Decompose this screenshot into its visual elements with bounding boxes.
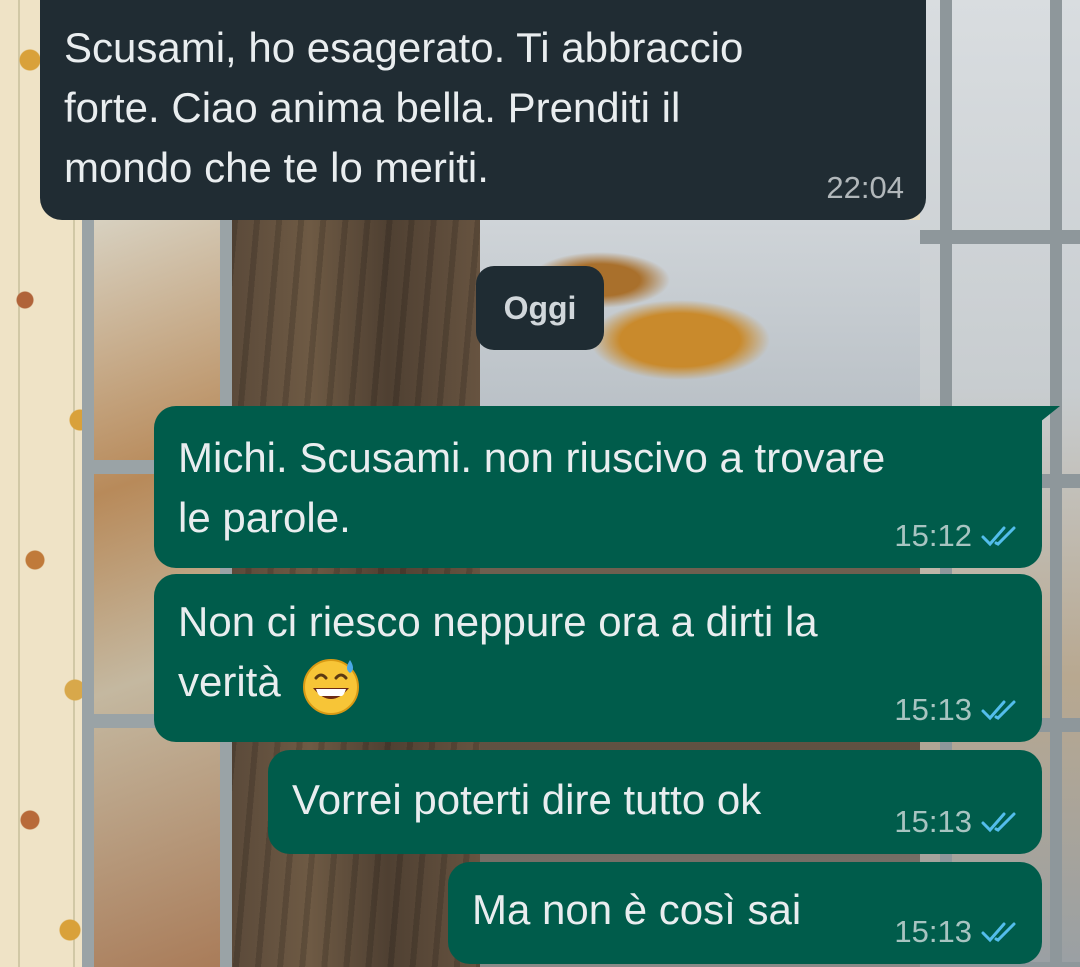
outgoing-message[interactable]: Non ci riesco neppure ora a dirti la ver…	[154, 574, 1042, 742]
message-time: 15:13	[894, 692, 972, 727]
message-text-line: Scusami, ho esagerato. Ti abbraccio	[64, 24, 744, 71]
message-meta: 15:13	[894, 804, 1020, 840]
message-text-line: forte. Ciao anima bella. Prenditi il	[64, 84, 681, 131]
double-check-icon	[981, 922, 1016, 943]
outgoing-message[interactable]: Michi. Scusami. non riuscivo a trovare l…	[154, 406, 1042, 568]
message-meta: 15:13	[894, 692, 1020, 728]
message-time: 22:04	[826, 170, 904, 205]
double-check-icon	[981, 526, 1016, 547]
message-time: 15:12	[894, 518, 972, 553]
message-time: 15:13	[894, 914, 972, 949]
day-separator-label: Oggi	[503, 289, 577, 326]
message-text-line: le parole.	[178, 494, 351, 541]
double-check-icon	[981, 812, 1016, 833]
outgoing-message[interactable]: Ma non è così sai 15:13	[448, 862, 1042, 964]
message-meta: 15:12	[894, 518, 1020, 554]
day-separator: Oggi	[476, 266, 604, 350]
message-text-line-with-emoji: verità	[178, 652, 1018, 716]
outgoing-message[interactable]: Vorrei poterti dire tutto ok 15:13	[268, 750, 1042, 854]
message-text-line: Michi. Scusami. non riuscivo a trovare	[178, 434, 886, 481]
grinning-sweat-emoji	[303, 658, 360, 715]
message-meta: 15:13	[894, 914, 1020, 950]
double-check-icon	[981, 700, 1016, 721]
message-time: 15:13	[894, 804, 972, 839]
message-text-line: Non ci riesco neppure ora a dirti la	[178, 598, 818, 645]
incoming-message[interactable]: Scusami, ho esagerato. Ti abbraccio fort…	[40, 0, 926, 220]
message-text-line: verità	[178, 658, 281, 705]
message-meta: 22:04	[826, 170, 904, 206]
message-text-line: mondo che te lo meriti.	[64, 144, 489, 191]
